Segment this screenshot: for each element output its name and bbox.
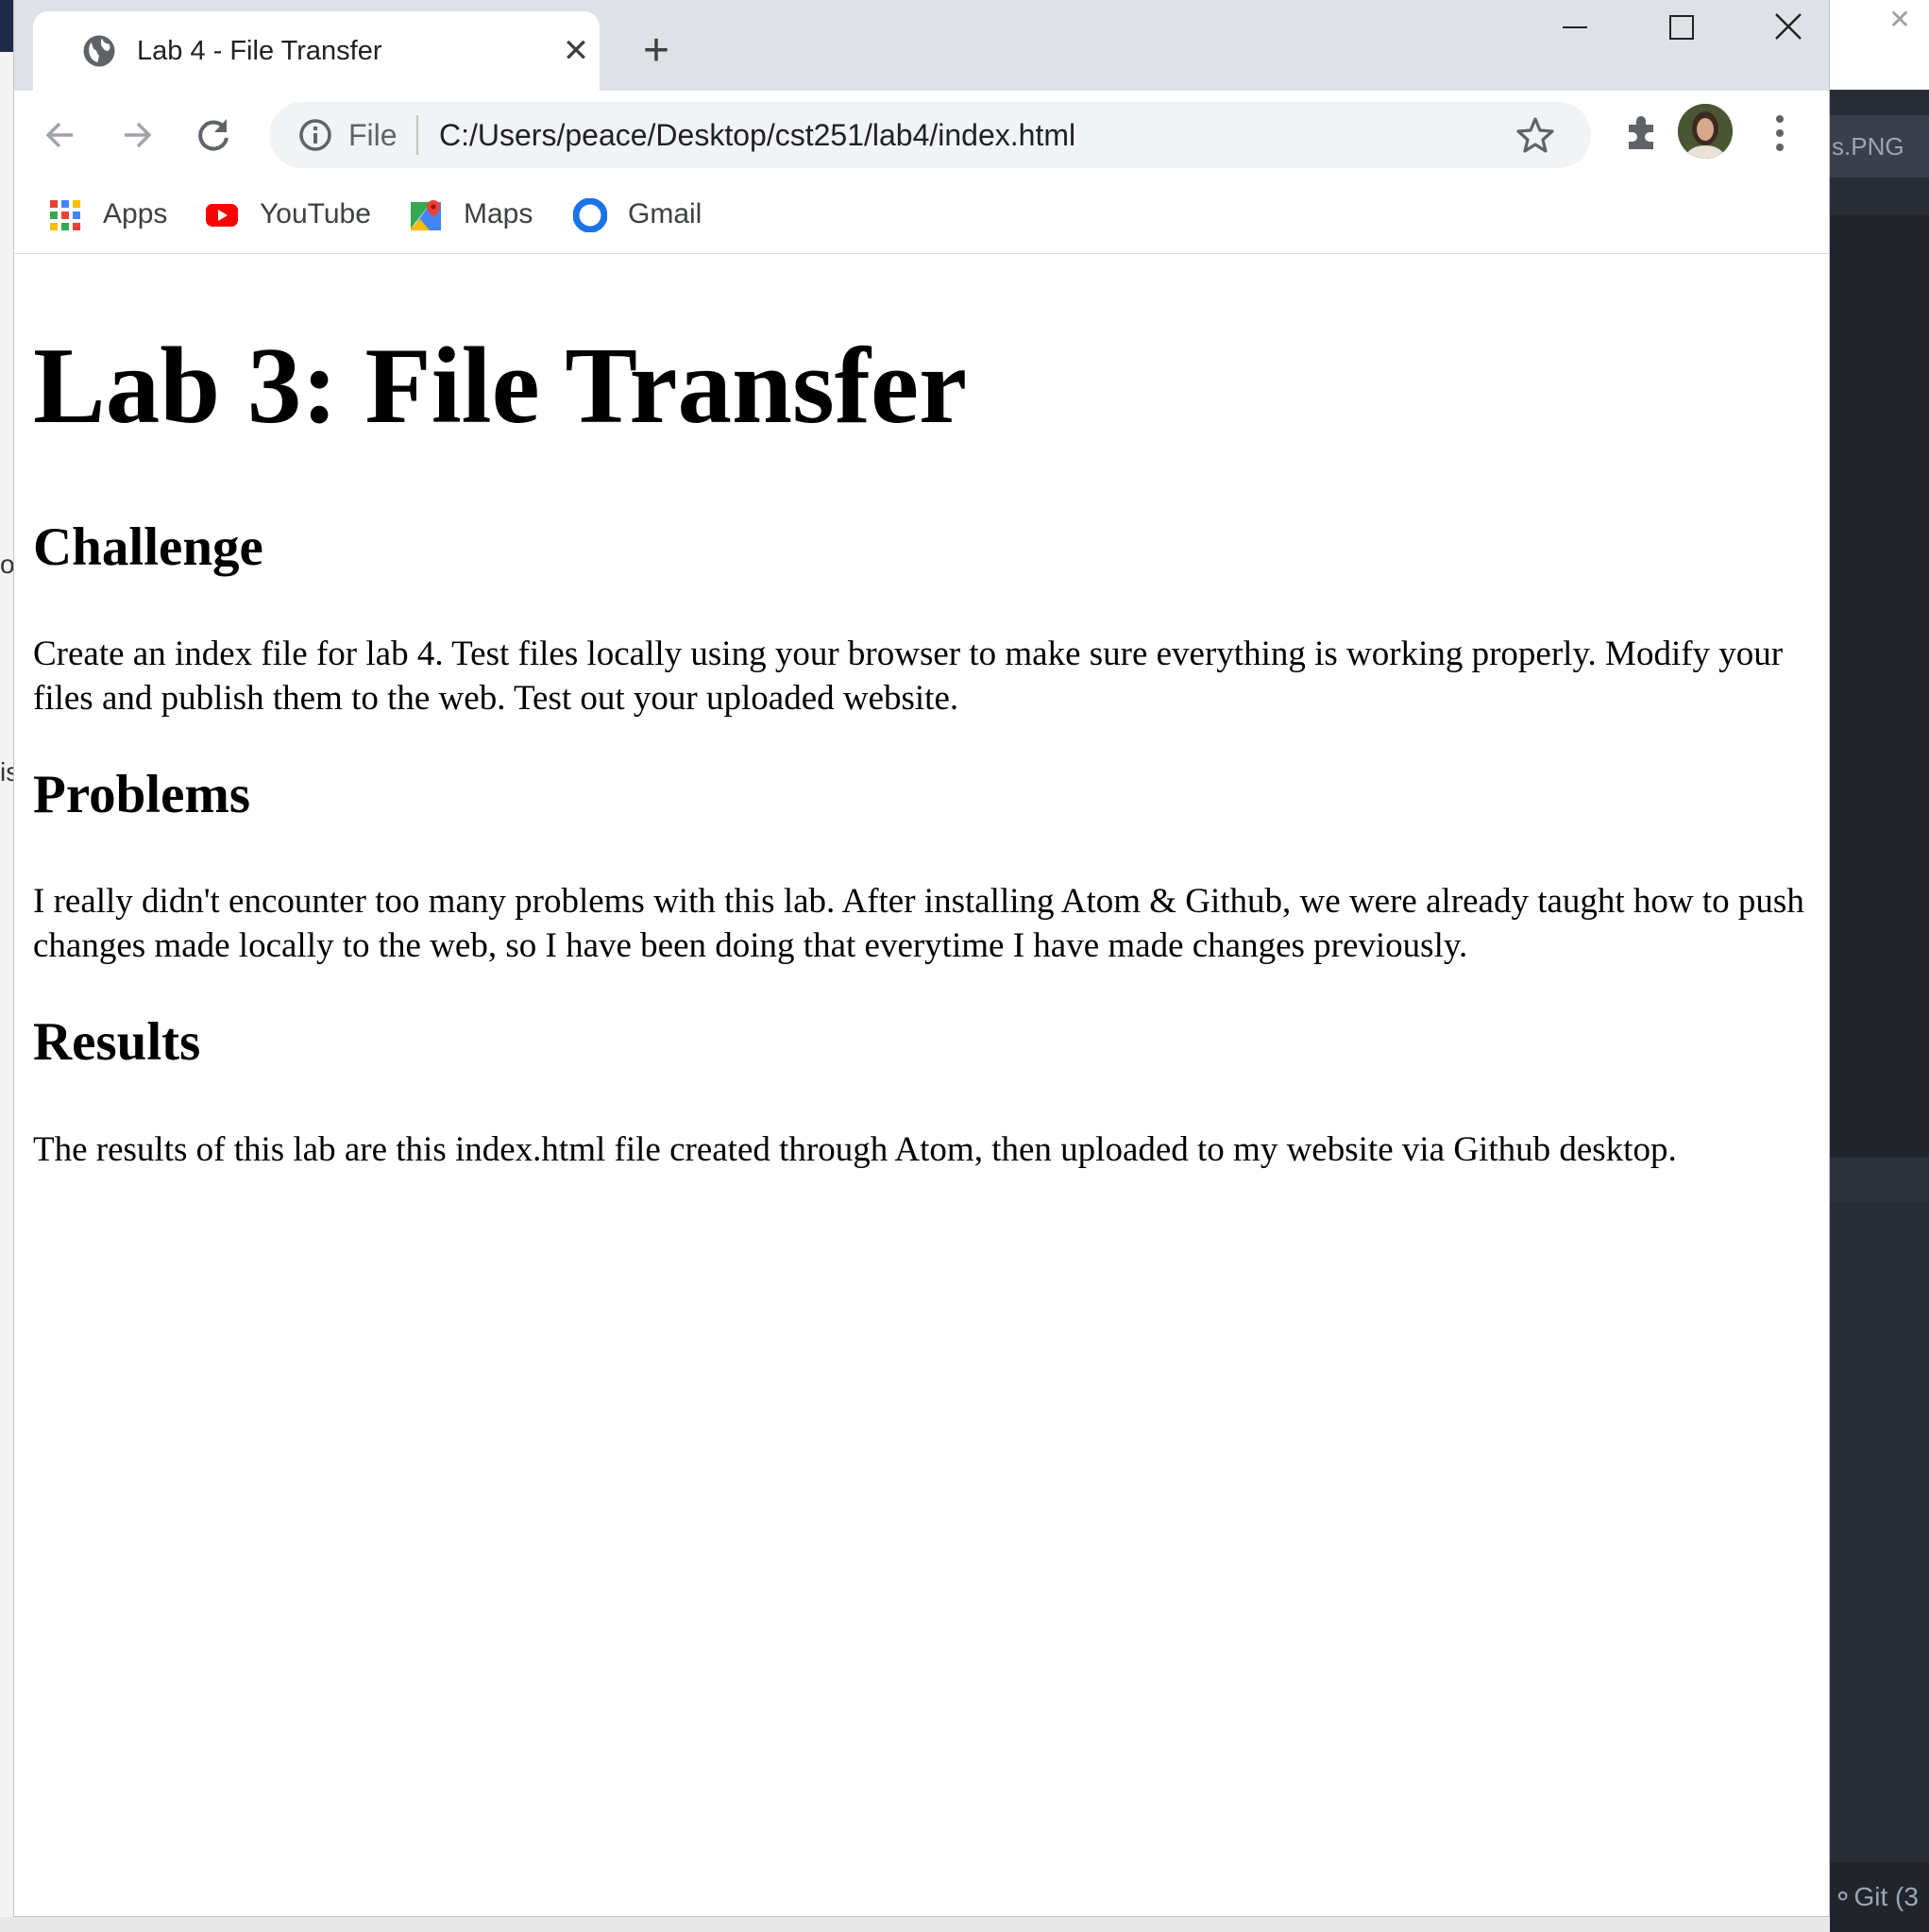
maximize-icon[interactable] <box>1650 0 1713 53</box>
background-window-top <box>1830 0 1929 90</box>
background-bottom <box>0 1917 1830 1932</box>
tab-strip: Lab 4 - File Transfer ✕ + <box>14 0 1829 91</box>
toolbar: File C:/Users/peace/Desktop/cst251/lab4/… <box>14 91 1829 179</box>
youtube-icon <box>206 204 238 227</box>
background-left-window <box>0 0 13 1932</box>
reload-icon[interactable] <box>186 108 241 162</box>
bookmark-label: Apps <box>103 198 168 229</box>
git-status[interactable]: Git (3 <box>1853 1882 1918 1911</box>
globe-icon <box>83 35 115 67</box>
background-close-icon[interactable]: ✕ <box>1886 6 1914 34</box>
background-left-titlebar <box>0 0 13 52</box>
browser-window: Lab 4 - File Transfer ✕ + File C:/Users/… <box>13 0 1830 1917</box>
bookmarks-bar: Apps YouTube Maps Gmail <box>14 179 1829 254</box>
section-heading-results: Results <box>33 1012 201 1072</box>
background-editor-tab[interactable]: s.PNG <box>1830 115 1929 178</box>
avatar[interactable] <box>1678 104 1733 159</box>
bookmark-label: Gmail <box>628 198 702 229</box>
scheme-label: File <box>348 118 398 152</box>
background-editor-statusbar: ⚬Git (3 <box>1830 1862 1929 1932</box>
section-body-challenge: Create an index file for lab 4. Test fil… <box>33 635 1784 718</box>
tab-active[interactable]: Lab 4 - File Transfer ✕ <box>33 11 600 91</box>
bookmark-star-icon[interactable] <box>1515 115 1555 155</box>
tab-title: Lab 4 - File Transfer <box>137 36 382 66</box>
maps-icon <box>411 200 441 230</box>
section-heading-problems: Problems <box>33 765 251 824</box>
page-content: Lab 3: File Transfer Challenge Create an… <box>14 254 1829 1916</box>
git-icon: ⚬ <box>1832 1882 1854 1911</box>
background-left-text: is <box>0 757 13 787</box>
section-body-results: The results of this lab are this index.h… <box>33 1130 1677 1169</box>
bookmark-label: YouTube <box>260 198 371 229</box>
gmail-icon <box>573 198 607 232</box>
back-arrow-icon[interactable] <box>33 108 88 162</box>
forward-arrow-icon[interactable] <box>110 108 164 162</box>
section-heading-challenge: Challenge <box>33 517 263 577</box>
tab-close-icon[interactable]: ✕ <box>557 32 595 70</box>
new-tab-button[interactable]: + <box>632 26 681 76</box>
url-text[interactable]: C:/Users/peace/Desktop/cst251/lab4/index… <box>439 115 1075 155</box>
minimize-icon[interactable] <box>1544 0 1606 53</box>
background-editor-panel <box>1830 215 1929 1158</box>
background-editor-selection <box>1830 1158 1929 1203</box>
info-icon[interactable] <box>297 117 333 153</box>
section-body-problems: I really didn't encounter too many probl… <box>33 882 1804 965</box>
apps-grid-icon <box>50 200 80 230</box>
address-bar[interactable]: File C:/Users/peace/Desktop/cst251/lab4/… <box>269 102 1591 168</box>
page-title: Lab 3: File Transfer <box>33 326 968 446</box>
extensions-puzzle-icon[interactable] <box>1619 110 1665 155</box>
address-separator <box>416 115 418 155</box>
background-left-text: o <box>0 550 13 579</box>
bookmark-label: Maps <box>464 198 533 229</box>
more-vertical-icon[interactable] <box>1767 110 1793 157</box>
window-close-icon[interactable] <box>1757 0 1819 53</box>
